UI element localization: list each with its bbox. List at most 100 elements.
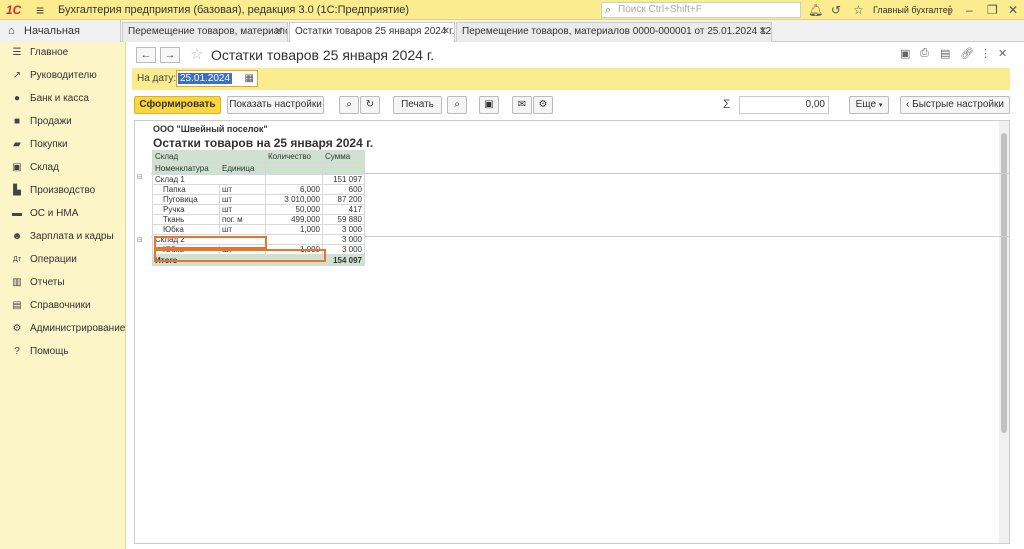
cell-item: Папка <box>152 184 220 195</box>
sidebar-item-purchases[interactable]: ▰ Покупки <box>0 136 126 154</box>
cell-unit: шт <box>219 194 266 205</box>
close-icon[interactable]: ✕ <box>1008 3 1018 17</box>
cell-item: Ткань <box>152 214 220 225</box>
sidebar-item-assets[interactable]: ▬ ОС и НМА <box>0 205 126 223</box>
cell-qty: 6,000 <box>265 184 323 195</box>
save-button[interactable]: ▣ <box>479 96 499 114</box>
sidebar-item-reports[interactable]: ▥ Отчеты <box>0 274 126 292</box>
options-button[interactable]: ⚙ <box>533 96 553 114</box>
search-button[interactable]: ⌕ <box>339 96 359 114</box>
show-settings-button[interactable]: Показать настройки <box>227 96 324 114</box>
email-button[interactable]: ✉ <box>512 96 532 114</box>
favorite-star-icon[interactable]: ☆ <box>190 45 203 63</box>
group-sum: 3 000 <box>322 234 365 245</box>
settings-icon[interactable]: ⋮ <box>944 3 956 17</box>
sidebar-item-help[interactable]: ? Помощь <box>0 343 126 361</box>
link-icon[interactable]: 🔗︎ <box>960 47 974 60</box>
user-name[interactable]: Главный бухгалтер <box>873 5 953 15</box>
tabs-bar: ⌂ Начальная страница Перемещение товаров… <box>0 20 1024 59</box>
header-unit: Единица <box>219 162 266 175</box>
title-bar: 1С ≡ Бухгалтерия предприятия (базовая), … <box>0 0 1024 20</box>
close-tab-icon[interactable]: ✕ <box>442 23 450 41</box>
collapse-group-icon[interactable]: ⊟ <box>137 236 143 244</box>
preview-button[interactable]: ⌕ <box>447 96 467 114</box>
sidebar-item-admin[interactable]: ⚙ Администрирование <box>0 320 126 338</box>
global-search-input[interactable]: ⌕ Поиск Ctrl+Shift+F <box>601 2 801 18</box>
save-icon[interactable]: ▣ <box>900 47 910 60</box>
cell-item: Пуговица <box>152 194 220 205</box>
cell-unit: шт <box>219 184 266 195</box>
sidebar-item-label: Справочники <box>30 300 91 311</box>
sidebar-item-main[interactable]: ☰ Главное <box>0 44 126 62</box>
report-organization: ООО "Швейный поселок" <box>153 124 268 134</box>
tab-transfer-document[interactable]: Перемещение товаров, материалов 0000-000… <box>456 22 772 42</box>
sum-field[interactable]: 0,00 <box>739 96 829 114</box>
table-row[interactable]: Юбка шт 1,000 3 000 <box>152 224 365 235</box>
table-row[interactable]: Ручка шт 50,000 417 <box>152 204 365 215</box>
total-sum: 154 097 <box>322 254 365 266</box>
main-menu-icon[interactable]: ≡ <box>36 2 44 18</box>
header-empty <box>265 162 323 175</box>
calendar-icon[interactable]: ▦ <box>245 71 254 86</box>
sidebar-item-salary[interactable]: ☻ Зарплата и кадры <box>0 228 126 246</box>
restore-icon[interactable]: ❐ <box>987 3 998 17</box>
quick-settings-button[interactable]: ‹ Быстрые настройки <box>900 96 1010 114</box>
sidebar-item-warehouse[interactable]: ▣ Склад <box>0 159 126 177</box>
close-icon[interactable]: ✕ <box>998 47 1007 60</box>
header-sum: Сумма <box>322 150 365 163</box>
highlight-frame <box>154 249 326 262</box>
tab-report[interactable]: Остатки товаров 25 января 2024 г. ✕ <box>289 22 455 43</box>
minimize-icon[interactable]: – <box>966 3 973 17</box>
history-icon[interactable]: ↺ <box>831 3 841 17</box>
highlight-frame <box>154 236 267 249</box>
header-empty <box>322 162 365 175</box>
cart-icon: ▰ <box>13 139 21 150</box>
close-tab-icon[interactable]: ✕ <box>275 23 283 41</box>
table-row[interactable]: Склад 1 151 097 <box>152 174 365 185</box>
date-panel: На дату: 25.01.2024 ▦ <box>132 68 1010 90</box>
tab-transfer[interactable]: Перемещение товаров, материалов ✕ <box>122 22 288 42</box>
more-vertical-icon[interactable]: ⋮ <box>980 47 991 60</box>
date-field[interactable]: 25.01.2024 ▦ <box>176 70 258 87</box>
tab-label: Перемещение товаров, материалов 0000-000… <box>462 26 772 37</box>
chevron-left-icon: ‹ <box>906 99 910 110</box>
close-tab-icon[interactable]: ✕ <box>759 23 767 41</box>
sidebar-item-sales[interactable]: ■ Продажи <box>0 113 126 131</box>
cell-unit: шт <box>219 204 266 215</box>
cell-empty <box>265 234 323 245</box>
header-warehouse: Склад <box>152 150 266 163</box>
print-icon[interactable]: ⎙ <box>920 47 929 60</box>
sidebar-item-label: Банк и касса <box>30 93 89 104</box>
back-button[interactable]: ← <box>136 47 156 63</box>
sidebar-item-manager[interactable]: ↗ Руководителю <box>0 67 126 85</box>
sidebar-item-bank[interactable]: ● Банк и касса <box>0 90 126 108</box>
search-replace-button[interactable]: ↻ <box>360 96 380 114</box>
star-icon[interactable]: ☆ <box>853 3 864 17</box>
sidebar-item-operations[interactable]: Дт Операции <box>0 251 126 269</box>
sidebar-item-label: Операции <box>30 254 77 265</box>
doc-icon[interactable]: ▤ <box>940 47 950 60</box>
cell-sum: 600 <box>322 184 365 195</box>
sidebar-item-production[interactable]: ▙ Производство <box>0 182 126 200</box>
table-row[interactable]: Пуговица шт 3 010,000 87 200 <box>152 194 365 205</box>
table-row[interactable]: Папка шт 6,000 600 <box>152 184 365 195</box>
main-panel: ← → ☆ Остатки товаров 25 января 2024 г. … <box>127 42 1024 549</box>
app-title: Бухгалтерия предприятия (базовая), редак… <box>58 4 410 16</box>
bell-icon[interactable]: 🔔︎ <box>808 3 823 17</box>
table-row[interactable]: Ткань пог. м 499,000 59 880 <box>152 214 365 225</box>
print-button[interactable]: Печать <box>393 96 442 114</box>
sidebar-item-references[interactable]: ▤ Справочники <box>0 297 126 315</box>
scrollbar-thumb[interactable] <box>1001 133 1007 433</box>
more-button[interactable]: Еще ▾ <box>849 96 889 114</box>
header-item: Номенклатура <box>152 162 220 175</box>
sidebar-item-label: Отчеты <box>30 277 65 288</box>
sum-icon: Σ <box>723 97 731 111</box>
bag-icon: ■ <box>13 116 21 127</box>
forward-button[interactable]: → <box>160 47 180 63</box>
report-area[interactable]: ООО "Швейный поселок" Остатки товаров на… <box>134 120 1010 544</box>
generate-button[interactable]: Сформировать <box>134 96 221 114</box>
home-icon: ⌂ <box>8 25 15 37</box>
tab-home[interactable]: ⌂ Начальная страница <box>0 20 121 59</box>
collapse-group-icon[interactable]: ⊟ <box>137 173 143 181</box>
vertical-scrollbar[interactable] <box>999 121 1009 543</box>
